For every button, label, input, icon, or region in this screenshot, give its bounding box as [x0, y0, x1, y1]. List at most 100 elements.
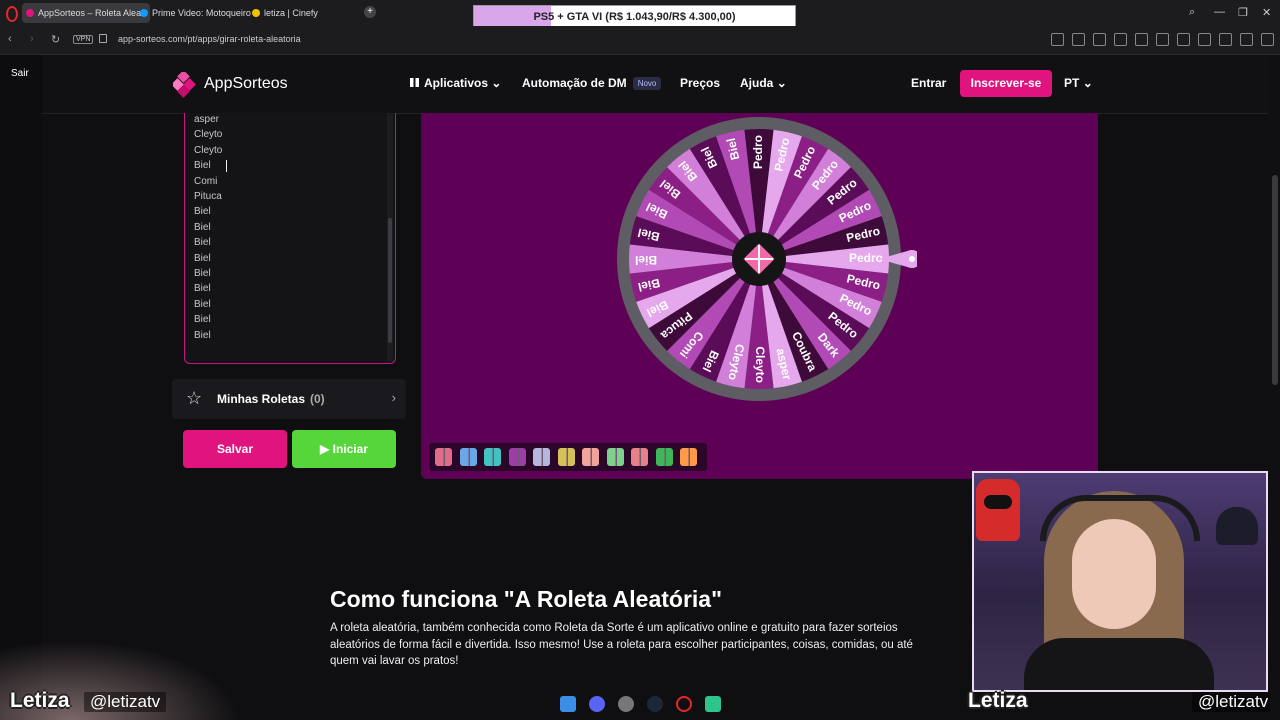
shield-icon[interactable] — [1114, 33, 1127, 46]
steam-icon[interactable] — [647, 696, 663, 712]
overlay-handle-left: @letizatv — [84, 692, 167, 712]
taskbar — [556, 694, 726, 716]
tab-appsorteos[interactable]: AppSorteos – Roleta Alea — [22, 3, 150, 23]
color-theme-swatch[interactable] — [655, 448, 673, 466]
entry-item: Biel — [194, 221, 211, 233]
play-icon: ▶ — [320, 442, 330, 456]
color-theme-swatch[interactable] — [582, 448, 599, 466]
url-field[interactable]: app-sorteos.com/pt/apps/girar-roleta-ale… — [118, 34, 301, 44]
download-icon[interactable] — [1177, 33, 1190, 46]
entries-textarea[interactable]: asper Cleyto Cleyto Biel Comi Pituca Biel Biel B… — [184, 113, 396, 364]
overlay-name-right: Letiza — [968, 689, 1028, 712]
color-theme-swatch[interactable] — [435, 448, 452, 466]
text-cursor — [226, 160, 227, 172]
wheel-segment-label: Cleyto — [753, 346, 767, 383]
deadpool-figure — [976, 479, 1020, 541]
star-icon: ☆ — [186, 388, 203, 408]
start-button[interactable]: ▶ Iniciar — [292, 430, 396, 468]
signup-button[interactable]: Inscrever-se — [960, 70, 1052, 97]
obs-icon[interactable] — [618, 696, 634, 712]
entries-scroll-thumb[interactable] — [388, 218, 392, 343]
entry-item: Biel — [194, 237, 211, 249]
color-theme-swatch[interactable] — [606, 448, 624, 466]
search-icon[interactable]: ⌕ — [1189, 6, 1195, 19]
language-selector[interactable]: PT ⌄ — [1064, 76, 1093, 90]
entry-item: Biel — [194, 314, 211, 326]
spin-wheel[interactable]: BielBielBiel Biel Pedro PedroPedroPedroPedr… — [617, 117, 917, 407]
wheel-pointer-dot — [909, 256, 915, 262]
overlay-handle-right: @letizatv — [1192, 692, 1275, 712]
browser-sidebar: Sair — [0, 55, 42, 720]
chevron-down-icon: ⌄ — [776, 76, 787, 90]
headphones — [1040, 495, 1200, 541]
forward-icon[interactable]: › — [30, 33, 34, 45]
page-scrollbar[interactable] — [1270, 55, 1280, 720]
goal-progress-text: PS5 + GTA VI (R$ 1.043,90/R$ 4.300,00) — [533, 11, 736, 23]
my-wheels-count: (0) — [310, 392, 325, 406]
grid-icon — [410, 78, 419, 87]
save-button[interactable]: Salvar — [183, 430, 287, 468]
reload-icon[interactable]: ↻ — [51, 33, 60, 46]
vpn-badge[interactable]: VPN — [73, 35, 94, 44]
color-theme-swatch[interactable] — [484, 448, 501, 466]
edit-icon[interactable] — [1072, 33, 1085, 46]
wheel-segment-label: Biel — [635, 253, 657, 267]
section-heading: Como funciona "A Roleta Aleatória" — [330, 586, 722, 612]
brand-name[interactable]: AppSorteos — [204, 75, 288, 93]
my-wheels-panel[interactable]: ☆ Minhas Roletas (0) › — [172, 379, 406, 419]
color-theme-swatch[interactable] — [533, 448, 550, 466]
maximize-button[interactable]: ❐ — [1238, 6, 1248, 19]
discord-icon[interactable] — [589, 696, 605, 712]
profile-icon[interactable] — [1219, 33, 1232, 46]
page-scroll-thumb[interactable] — [1272, 175, 1278, 385]
nav-pricing[interactable]: Preços — [680, 76, 720, 90]
entry-item: Biel — [194, 252, 211, 264]
windows-start-icon[interactable] — [560, 696, 576, 712]
entry-item: Biel — [194, 329, 211, 341]
play-icon[interactable] — [1135, 33, 1148, 46]
opera-logo-icon[interactable] — [6, 6, 18, 22]
back-icon[interactable]: ‹ — [8, 33, 12, 45]
close-window-button[interactable]: ✕ — [1262, 6, 1271, 19]
prime-video-favicon-icon — [140, 9, 148, 17]
color-theme-swatch[interactable] — [459, 448, 477, 466]
entry-item: asper — [194, 114, 220, 125]
chevron-right-icon: › — [391, 390, 396, 405]
tab-prime-video[interactable]: Prime Video: Motoqueiro — [136, 3, 260, 23]
color-theme-swatch[interactable] — [557, 448, 575, 466]
color-theme-swatch[interactable] — [680, 448, 697, 466]
lock-icon[interactable] — [99, 34, 107, 43]
nav-apps[interactable]: Aplicativos ⌄ — [410, 76, 501, 90]
new-badge: Novo — [632, 77, 662, 90]
zoom-icon[interactable] — [1051, 33, 1064, 46]
entry-item: Biel — [194, 298, 211, 310]
login-link[interactable]: Entrar — [911, 76, 946, 90]
app-icon[interactable] — [705, 696, 721, 712]
camera-icon[interactable] — [1093, 33, 1106, 46]
ai-icon[interactable] — [1261, 33, 1274, 46]
menu-icon[interactable] — [1198, 33, 1211, 46]
extensions-icon[interactable] — [1240, 33, 1253, 46]
new-tab-button[interactable]: + — [364, 6, 376, 18]
nav-help[interactable]: Ajuda ⌄ — [740, 76, 787, 90]
wheel-stage: Biel Biel Biel Biel Pedro Pedro Pedro Pedro Pedr… — [421, 113, 1098, 479]
webcam-overlay — [972, 471, 1268, 692]
cinefy-favicon-icon — [252, 9, 260, 17]
plush-toy — [1216, 507, 1258, 545]
minimize-button[interactable]: — — [1214, 6, 1225, 18]
entry-item: Cleyto — [194, 144, 223, 156]
heart-icon[interactable] — [1156, 33, 1169, 46]
entry-item: Pituca — [194, 191, 222, 202]
color-theme-swatch[interactable] — [631, 448, 648, 466]
exit-button[interactable]: Sair — [11, 68, 29, 79]
color-theme-swatch[interactable] — [508, 448, 526, 466]
wheel-segment-label: Pedro — [751, 135, 765, 169]
opera-icon[interactable] — [676, 696, 692, 712]
nav-dm-automation[interactable]: Automação de DM Novo — [522, 76, 662, 90]
appsorteos-logo-icon[interactable] — [173, 72, 199, 98]
tab-cinefy[interactable]: letiza | Cinefy — [248, 3, 374, 23]
entry-item: Cleyto — [194, 129, 223, 141]
site-header: AppSorteos Aplicativos ⌄ Automação de DM… — [42, 55, 1268, 114]
chevron-down-icon: ⌄ — [491, 76, 502, 90]
overlay-name-left: Letiza — [10, 689, 70, 712]
